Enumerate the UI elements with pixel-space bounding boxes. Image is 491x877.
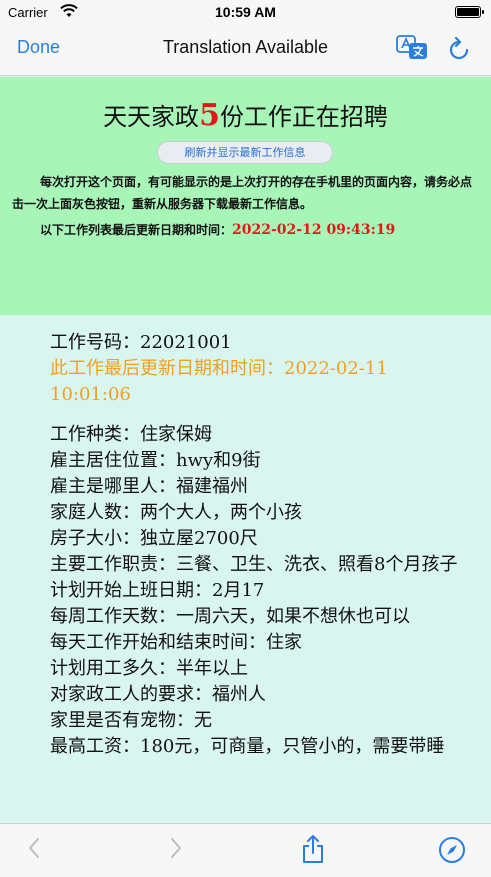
header-banner: 天天家政5份工作正在招聘 刷新并显示最新工作信息 每次打开这个页面，有可能显示的… [0,77,491,315]
navigation-bar: Done Translation Available [0,26,491,76]
refresh-jobs-button[interactable]: 刷新并显示最新工作信息 [157,141,333,164]
share-icon[interactable] [301,834,325,864]
job-field: 最高工资：180元，可商量，只管小的，需要带睡 [50,736,445,757]
clock: 10:59 AM [215,4,276,20]
job-field: 房子大小：独立屋2700尺 [50,528,258,549]
job-field: 雇主居住位置：hwy和9街 [50,450,261,471]
list-updated-label: 以下工作列表最后更新日期和时间： [40,223,233,237]
job-field: 工作种类：住家保姆 [50,424,212,445]
title-suffix: 份工作正在招聘 [219,103,388,131]
job-field: 每天工作开始和结束时间：住家 [50,632,302,653]
job-field: 家里是否有宠物：无 [50,710,212,731]
job-field: 家庭人数：两个大人，两个小孩 [50,502,302,523]
refresh-note: 每次打开这个页面，有可能显示的是上次打开的存在手机里的页面内容，请务必点击一次上… [12,175,473,211]
job-count: 5 [199,98,220,133]
job-field: 主要工作职责：三餐、卫生、洗衣、照看8个月孩子 [50,554,458,575]
job-number: 工作号码：22021001 [50,332,232,353]
job-field: 计划开始上班日期：2月17 [50,580,265,601]
job-field: 计划用工多久：半年以上 [50,658,248,679]
title-prefix: 天天家政 [103,103,200,131]
list-updated: 以下工作列表最后更新日期和时间：2022-02-12 09:43:19 [40,219,395,241]
chevron-left-icon[interactable] [26,836,42,860]
chevron-right-icon[interactable] [168,836,184,860]
list-updated-datetime: 2022-02-12 09:43:19 [232,222,396,238]
status-bar: Carrier 10:59 AM [0,0,491,26]
translate-icon[interactable] [396,34,428,62]
bottom-toolbar [0,823,491,877]
page-title: 天天家政5份工作正在招聘 [0,97,491,133]
job-field: 对家政工人的要求：福州人 [50,684,266,705]
job-field: 每周工作天数：一周六天，如果不想休也可以 [50,606,410,627]
job-field: 雇主是哪里人：福建福州 [50,476,248,497]
battery-icon [455,6,484,18]
job-updated: 此工作最后更新日期和时间：2022-02-11 10:01:06 [50,358,388,405]
compass-icon[interactable] [438,836,466,864]
job-details: 工作号码：22021001 此工作最后更新日期和时间：2022-02-11 10… [50,330,470,760]
refresh-icon[interactable] [447,35,471,61]
